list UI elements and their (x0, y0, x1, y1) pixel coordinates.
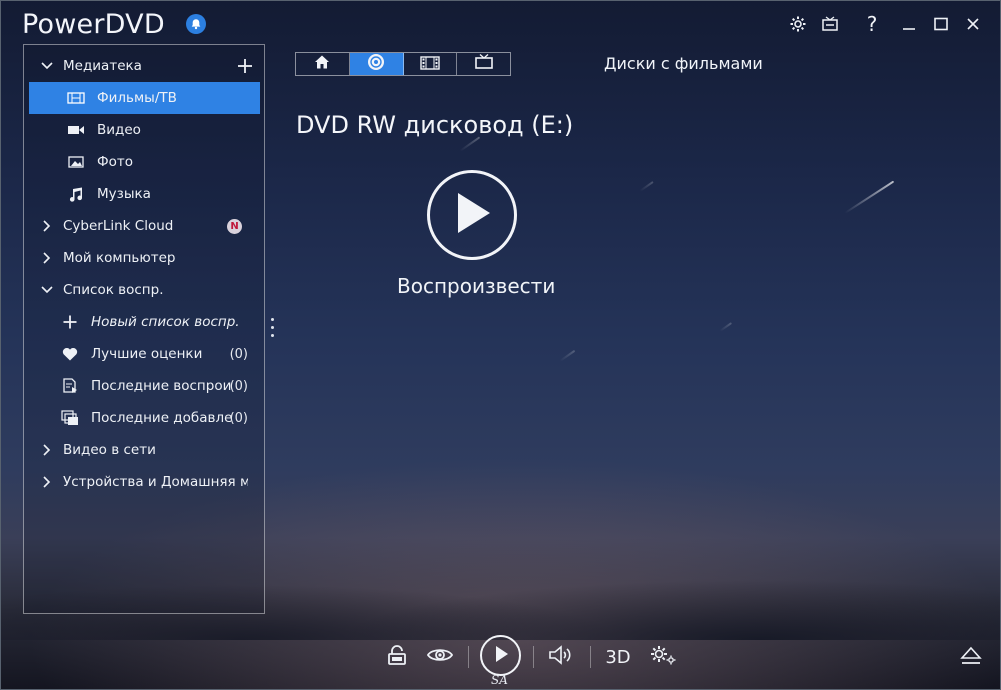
play-label[interactable]: Воспроизвести (397, 274, 555, 298)
settings-gears-icon (649, 644, 677, 670)
sidebar-section-my-computer[interactable]: Мой компьютер (24, 242, 264, 274)
sidebar-item-movies-tv[interactable]: Фильмы/ТВ (29, 82, 260, 114)
playback-settings-button[interactable] (648, 643, 678, 671)
film-tv-icon (67, 90, 85, 106)
sidebar-item-video[interactable]: Видео (24, 114, 264, 146)
tv-icon (474, 54, 494, 74)
sidebar-section-label: CyberLink Cloud (63, 218, 174, 234)
view-tabs (295, 52, 511, 76)
sidebar-item-label: Видео (97, 122, 141, 138)
chevron-right-icon (40, 476, 54, 488)
notification-bell-icon[interactable] (186, 14, 206, 34)
chevron-down-icon (40, 62, 54, 70)
eye-icon (426, 646, 454, 668)
sidebar-item-label: Последние добавленные (91, 410, 231, 426)
disc-icon (367, 53, 385, 75)
eye-protection-button[interactable] (424, 643, 456, 671)
sa-label: SA (491, 673, 508, 687)
recent-added-icon (61, 410, 79, 426)
tv-mode-icon[interactable] (819, 11, 841, 37)
home-icon (314, 54, 330, 74)
sidebar-item-recently-added[interactable]: Последние добавленные (0) (24, 402, 264, 434)
tab-movies[interactable] (404, 53, 458, 75)
play-button[interactable] (480, 635, 521, 676)
minimize-icon[interactable] (898, 11, 920, 37)
plus-icon[interactable] (236, 58, 254, 74)
sidebar-item-recently-played[interactable]: Последние воспроизведенные (0) (24, 370, 264, 402)
sidebar-section-playlists[interactable]: Список воспр. (24, 274, 264, 306)
sidebar-item-label: Новый список воспр. (91, 314, 240, 330)
music-note-icon (67, 186, 85, 202)
sidebar-item-label: Фильмы/ТВ (97, 90, 177, 106)
play-disc-button[interactable] (427, 170, 517, 260)
video-camera-icon (67, 122, 85, 138)
eject-button[interactable] (958, 645, 984, 671)
chevron-right-icon (40, 220, 54, 232)
close-icon[interactable] (962, 11, 984, 37)
sidebar-item-label: Фото (97, 154, 134, 170)
sidebar-section-label: Список воспр. (63, 282, 164, 298)
sidebar-section-online-video[interactable]: Видео в сети (24, 434, 264, 466)
sidebar-item-label: Последние воспроизведенные (91, 378, 231, 394)
drive-title: DVD RW дисковод (E:) (296, 111, 574, 139)
tab-home[interactable] (296, 53, 350, 75)
tab-tv[interactable] (457, 53, 510, 75)
panel-splitter-handle[interactable] (271, 318, 275, 342)
sidebar-section-label: Медиатека (63, 58, 142, 74)
tab-disc[interactable] (349, 53, 404, 75)
item-count: (0) (229, 378, 248, 394)
chevron-right-icon (40, 444, 54, 456)
sidebar-section-library[interactable]: Медиатека (24, 50, 264, 82)
item-count: (0) (229, 410, 248, 426)
recent-played-icon (61, 378, 79, 394)
item-count: (0) (229, 346, 248, 362)
chevron-right-icon (40, 252, 54, 264)
divider (468, 646, 469, 668)
divider (590, 646, 591, 668)
sidebar-section-label: Мой компьютер (63, 250, 176, 266)
sidebar-section-cloud[interactable]: CyberLink Cloud N (24, 210, 264, 242)
sidebar-item-photo[interactable]: Фото (24, 146, 264, 178)
new-badge: N (227, 218, 242, 234)
app-title: PowerDVD (22, 9, 165, 40)
sidebar-section-label: Видео в сети (63, 442, 156, 458)
sidebar-item-label: Музыка (97, 186, 151, 202)
photo-icon (67, 154, 85, 170)
play-icon (452, 191, 492, 239)
sidebar-item-new-playlist[interactable]: Новый список воспр. (24, 306, 264, 338)
speaker-icon (548, 644, 574, 670)
sidebar-panel: Медиатека Фильмы/ТВ Видео Фото Музыка Cy… (23, 44, 265, 614)
volume-button[interactable] (547, 643, 575, 671)
sidebar-item-music[interactable]: Музыка (24, 178, 264, 210)
plus-icon (61, 314, 79, 330)
divider (533, 646, 534, 668)
settings-gear-icon[interactable] (787, 11, 809, 37)
sidebar-section-devices[interactable]: Устройства и Домашняя медиасеть (24, 466, 264, 498)
help-icon[interactable]: ? (861, 11, 883, 37)
sidebar-item-label: Лучшие оценки (91, 346, 203, 362)
film-strip-icon (420, 55, 440, 74)
sidebar-section-label: Устройства и Домашняя медиасеть (63, 474, 248, 490)
maximize-icon[interactable] (930, 11, 952, 37)
heart-icon (61, 346, 79, 362)
lock-ui-button[interactable] (383, 643, 411, 671)
chevron-down-icon (40, 286, 54, 294)
section-title: Диски с фильмами (604, 54, 763, 73)
3d-button[interactable]: 3D (603, 643, 633, 671)
play-icon (493, 645, 509, 667)
eject-icon (960, 645, 982, 671)
sidebar-item-top-rated[interactable]: Лучшие оценки (0) (24, 338, 264, 370)
lock-icon (386, 644, 408, 670)
